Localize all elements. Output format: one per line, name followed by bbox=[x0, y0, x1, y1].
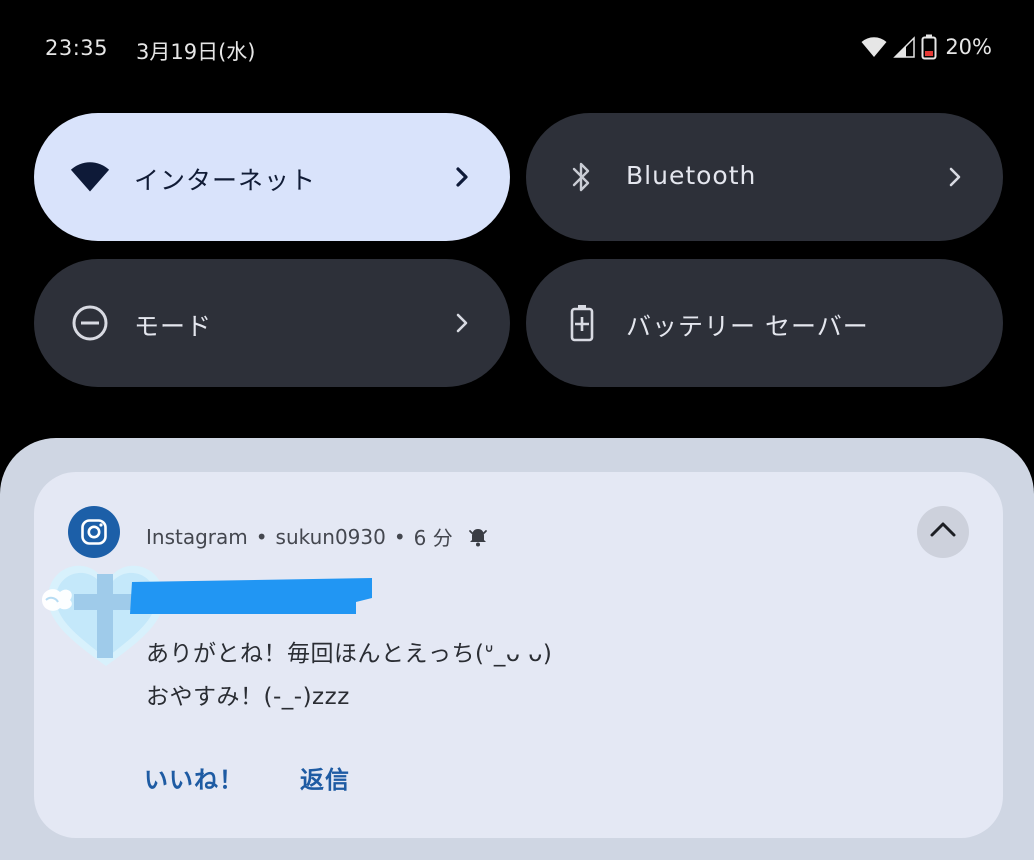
do-not-disturb-icon bbox=[70, 303, 110, 343]
bell-icon bbox=[467, 526, 489, 548]
bluetooth-icon bbox=[562, 157, 602, 197]
phone-screen: 23:35 3月19日(水) 20% インターネット Bluetooth モード… bbox=[0, 0, 1034, 860]
message-line: ありがとね！毎回ほんとえっち(ᐡ_ᴗ ᴗ) bbox=[146, 641, 553, 667]
notification-age: 6 分 bbox=[413, 526, 453, 550]
tile-internet-label: インターネット bbox=[134, 166, 317, 195]
reply-button[interactable]: 返信 bbox=[300, 760, 350, 795]
like-button[interactable]: いいね！ bbox=[144, 760, 244, 795]
battery-percent: 20% bbox=[945, 35, 992, 59]
cell-signal-icon bbox=[893, 36, 916, 58]
chevron-right-icon bbox=[448, 163, 476, 191]
status-bar: 23:35 3月19日(水) 20% bbox=[0, 0, 1034, 100]
message-line: おやすみ！(-_-)zzz bbox=[146, 684, 350, 710]
app-name: Instagram bbox=[146, 524, 248, 549]
notification-header: Instagram • sukun0930 • 6 分 bbox=[146, 522, 489, 551]
status-icons: 20% bbox=[861, 34, 992, 60]
tile-battery-saver-label: バッテリー セーバー bbox=[626, 312, 869, 341]
tile-battery-saver[interactable]: バッテリー セーバー bbox=[526, 259, 1003, 387]
battery-saver-icon bbox=[562, 303, 602, 343]
chevron-up-icon bbox=[929, 520, 957, 544]
battery-low-icon bbox=[921, 34, 937, 60]
redacted-sender-name bbox=[126, 576, 374, 616]
tile-bluetooth-label: Bluetooth bbox=[626, 161, 757, 190]
instagram-icon bbox=[68, 506, 120, 558]
wifi-icon bbox=[861, 36, 887, 58]
status-time: 23:35 bbox=[45, 36, 109, 60]
chevron-right-icon bbox=[941, 163, 969, 191]
collapse-button[interactable] bbox=[917, 506, 969, 558]
notification-card[interactable]: Instagram • sukun0930 • 6 分 ありがとね！毎回ほんとえ… bbox=[34, 472, 1003, 838]
tile-bluetooth[interactable]: Bluetooth bbox=[526, 113, 1003, 241]
tile-internet[interactable]: インターネット bbox=[34, 113, 510, 241]
chevron-right-icon bbox=[448, 309, 476, 337]
header-separator: • bbox=[393, 524, 406, 549]
account-name: sukun0930 bbox=[275, 524, 386, 549]
wifi-icon bbox=[70, 157, 110, 197]
header-separator: • bbox=[255, 524, 268, 549]
status-date: 3月19日(水) bbox=[136, 40, 256, 64]
tile-mode-label: モード bbox=[134, 312, 213, 341]
tile-mode[interactable]: モード bbox=[34, 259, 510, 387]
